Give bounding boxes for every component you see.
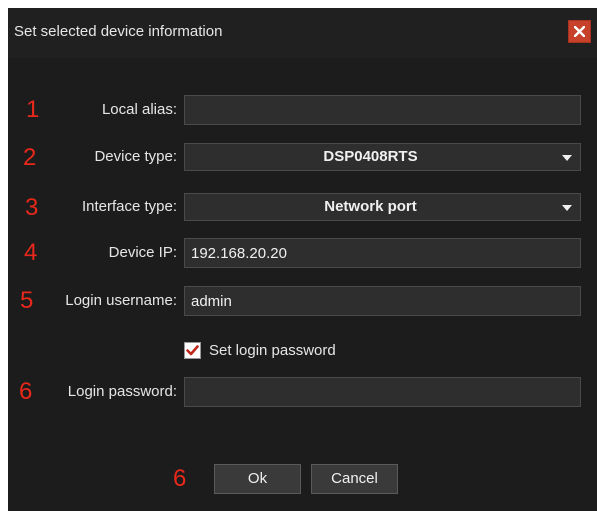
- login-password-label: Login password:: [67, 383, 177, 400]
- login-username-input[interactable]: [184, 286, 581, 316]
- device-type-select[interactable]: DSP0408RTS: [184, 143, 581, 171]
- annotation-number-2: 2: [23, 144, 37, 171]
- dialog-title: Set selected device information: [14, 23, 223, 40]
- interface-type-label: Interface type:: [81, 198, 177, 215]
- login-username-row: 5 Login username:: [8, 286, 597, 316]
- annotation-number-3: 3: [25, 194, 39, 221]
- device-ip-label: Device IP:: [108, 244, 177, 261]
- device-type-value: DSP0408RTS: [323, 148, 418, 165]
- close-button[interactable]: [568, 20, 591, 43]
- local-alias-label: Local alias:: [101, 101, 177, 118]
- set-login-password-checkbox[interactable]: [184, 342, 201, 359]
- chevron-down-icon: [562, 205, 572, 211]
- annotation-number-6: 6: [19, 378, 33, 405]
- ok-button[interactable]: Ok: [214, 464, 301, 494]
- device-ip-input[interactable]: [184, 238, 581, 268]
- device-type-row: 2 Device type: DSP0408RTS: [8, 143, 597, 173]
- interface-type-row: 3 Interface type: Network port: [8, 193, 597, 223]
- device-ip-row: 4 Device IP:: [8, 238, 597, 268]
- cancel-button[interactable]: Cancel: [311, 464, 398, 494]
- local-alias-row: 1 Local alias:: [8, 95, 597, 125]
- login-username-label: Login username:: [65, 292, 177, 309]
- device-type-label: Device type:: [94, 148, 177, 165]
- annotation-number-1: 1: [26, 96, 40, 123]
- chevron-down-icon: [562, 155, 572, 161]
- set-device-info-dialog: Set selected device information 1 Local …: [8, 8, 597, 511]
- login-password-row: 6 Login password:: [8, 377, 597, 407]
- title-bar: Set selected device information: [8, 8, 597, 58]
- annotation-number-5: 5: [20, 287, 34, 314]
- login-password-input[interactable]: [184, 377, 581, 407]
- local-alias-input[interactable]: [184, 95, 581, 125]
- close-icon: [574, 26, 585, 37]
- annotation-number-6-buttons: 6: [173, 465, 187, 492]
- set-login-password-label: Set login password: [209, 342, 336, 359]
- checkmark-icon: [186, 345, 199, 356]
- interface-type-value: Network port: [324, 198, 417, 215]
- interface-type-select[interactable]: Network port: [184, 193, 581, 221]
- annotation-number-4: 4: [24, 239, 38, 266]
